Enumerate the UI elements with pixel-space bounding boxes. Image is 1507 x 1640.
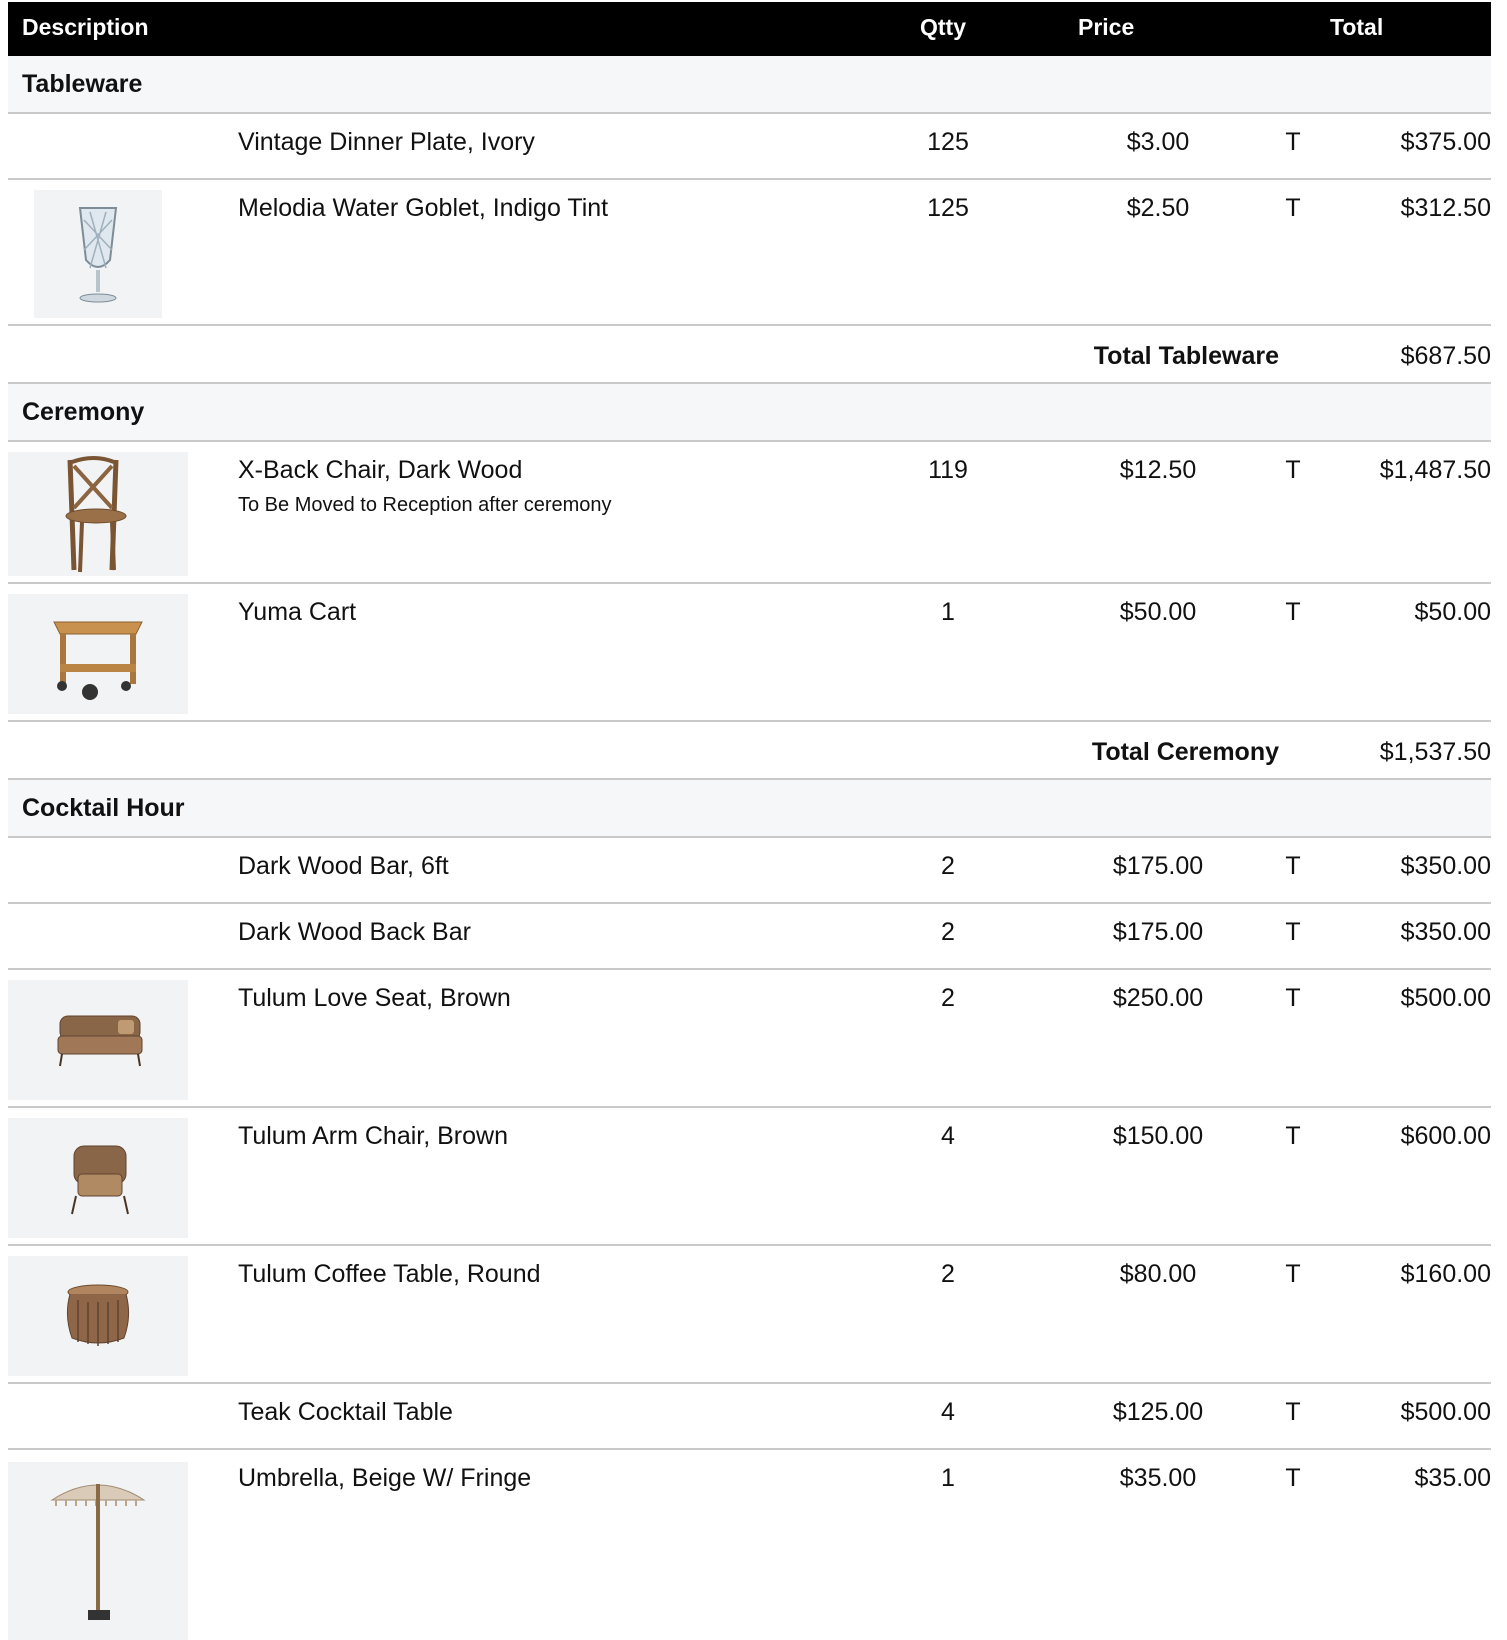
x-back-chair-icon <box>8 452 188 576</box>
love-seat-icon <box>8 980 188 1100</box>
item-qty: 2 <box>941 852 955 880</box>
section-title: Ceremony <box>22 398 145 426</box>
table-row: Vintage Dinner Plate, Ivory 125 $3.00 T … <box>8 114 1491 180</box>
table-row: Melodia Water Goblet, Indigo Tint 125 $2… <box>8 180 1491 326</box>
item-total: $600.00 <box>1400 1122 1491 1150</box>
item-price: $2.50 <box>1126 194 1190 222</box>
subtotal-amount: $1,537.50 <box>1379 738 1491 766</box>
item-price: $80.00 <box>1119 1260 1197 1288</box>
item-description: Tulum Love Seat, Brown <box>238 984 511 1012</box>
section-header-cocktail-hour: Cocktail Hour <box>8 780 1491 838</box>
item-description: Vintage Dinner Plate, Ivory <box>238 128 535 156</box>
item-total: $500.00 <box>1400 984 1491 1012</box>
subtotal-label: Total Ceremony <box>1091 738 1279 766</box>
goblet-icon <box>34 190 162 318</box>
item-price: $250.00 <box>1112 984 1204 1012</box>
table-row: Teak Cocktail Table 4 $125.00 T $500.00 <box>8 1384 1491 1450</box>
item-price: $150.00 <box>1112 1122 1204 1150</box>
section-title: Tableware <box>22 70 143 98</box>
item-description: Yuma Cart <box>238 598 357 626</box>
item-description: X-Back Chair, Dark Wood <box>238 456 523 484</box>
item-price: $35.00 <box>1119 1464 1197 1492</box>
item-tax-flag: T <box>1285 128 1301 156</box>
umbrella-icon <box>8 1462 188 1640</box>
item-qty: 1 <box>941 598 955 626</box>
table-row: Dark Wood Back Bar 2 $175.00 T $350.00 <box>8 904 1491 970</box>
item-tax-flag: T <box>1285 456 1301 484</box>
header-qty: Qtty <box>920 14 966 40</box>
subtotal-label: Total Tableware <box>1093 342 1279 370</box>
coffee-table-icon <box>8 1256 188 1376</box>
item-tax-flag: T <box>1285 984 1301 1012</box>
section-title: Cocktail Hour <box>22 794 185 822</box>
item-price: $175.00 <box>1112 852 1204 880</box>
item-note: To Be Moved to Reception after ceremony <box>238 494 612 516</box>
item-tax-flag: T <box>1285 1464 1301 1492</box>
table-row: Dark Wood Bar, 6ft 2 $175.00 T $350.00 <box>8 838 1491 904</box>
table-header: Description Qtty Price Total <box>8 2 1491 56</box>
item-price: $50.00 <box>1119 598 1197 626</box>
item-qty: 1 <box>941 1464 955 1492</box>
item-description: Dark Wood Back Bar <box>238 918 471 946</box>
item-description: Melodia Water Goblet, Indigo Tint <box>238 194 609 222</box>
item-tax-flag: T <box>1285 194 1301 222</box>
cart-icon <box>8 594 188 714</box>
item-qty: 4 <box>941 1398 955 1426</box>
item-tax-flag: T <box>1285 918 1301 946</box>
item-total: $1,487.50 <box>1379 456 1491 484</box>
item-qty: 125 <box>927 194 969 222</box>
item-description: Teak Cocktail Table <box>238 1398 453 1426</box>
item-price: $12.50 <box>1119 456 1197 484</box>
table-row: Tulum Love Seat, Brown 2 $250.00 T $500.… <box>8 970 1491 1108</box>
item-price: $3.00 <box>1126 128 1190 156</box>
table-row: Tulum Coffee Table, Round 2 $80.00 T $16… <box>8 1246 1491 1384</box>
item-qty: 2 <box>941 984 955 1012</box>
item-qty: 125 <box>927 128 969 156</box>
item-description: Tulum Arm Chair, Brown <box>238 1122 508 1150</box>
header-description: Description <box>22 14 149 40</box>
subtotal-row: Total Ceremony $1,537.50 <box>8 722 1491 780</box>
header-total: Total <box>1330 14 1384 40</box>
item-qty: 4 <box>941 1122 955 1150</box>
item-total: $312.50 <box>1400 194 1491 222</box>
item-qty: 2 <box>941 918 955 946</box>
item-total: $375.00 <box>1400 128 1491 156</box>
arm-chair-icon <box>8 1118 188 1238</box>
table-row: Tulum Arm Chair, Brown 4 $150.00 T $600.… <box>8 1108 1491 1246</box>
table-row: Yuma Cart 1 $50.00 T $50.00 <box>8 584 1491 722</box>
item-price: $175.00 <box>1112 918 1204 946</box>
item-price: $125.00 <box>1112 1398 1204 1426</box>
section-header-ceremony: Ceremony <box>8 384 1491 442</box>
item-tax-flag: T <box>1285 852 1301 880</box>
item-total: $50.00 <box>1414 598 1491 626</box>
item-tax-flag: T <box>1285 1398 1301 1426</box>
item-description: Tulum Coffee Table, Round <box>238 1260 541 1288</box>
subtotal-row: Total Tableware $687.50 <box>8 326 1491 384</box>
item-tax-flag: T <box>1285 598 1301 626</box>
section-header-tableware: Tableware <box>8 56 1491 114</box>
item-total: $350.00 <box>1400 918 1491 946</box>
item-total: $35.00 <box>1414 1464 1491 1492</box>
item-total: $500.00 <box>1400 1398 1491 1426</box>
item-description: Dark Wood Bar, 6ft <box>238 852 449 880</box>
item-description: Umbrella, Beige W/ Fringe <box>238 1464 532 1492</box>
item-tax-flag: T <box>1285 1260 1301 1288</box>
header-price: Price <box>1078 14 1135 40</box>
table-row: X-Back Chair, Dark Wood To Be Moved to R… <box>8 442 1491 584</box>
item-tax-flag: T <box>1285 1122 1301 1150</box>
item-qty: 119 <box>928 456 968 484</box>
item-qty: 2 <box>941 1260 955 1288</box>
subtotal-amount: $687.50 <box>1400 342 1491 370</box>
item-total: $160.00 <box>1400 1260 1491 1288</box>
item-total: $350.00 <box>1400 852 1491 880</box>
table-row: Umbrella, Beige W/ Fringe 1 $35.00 T $35… <box>8 1450 1491 1640</box>
